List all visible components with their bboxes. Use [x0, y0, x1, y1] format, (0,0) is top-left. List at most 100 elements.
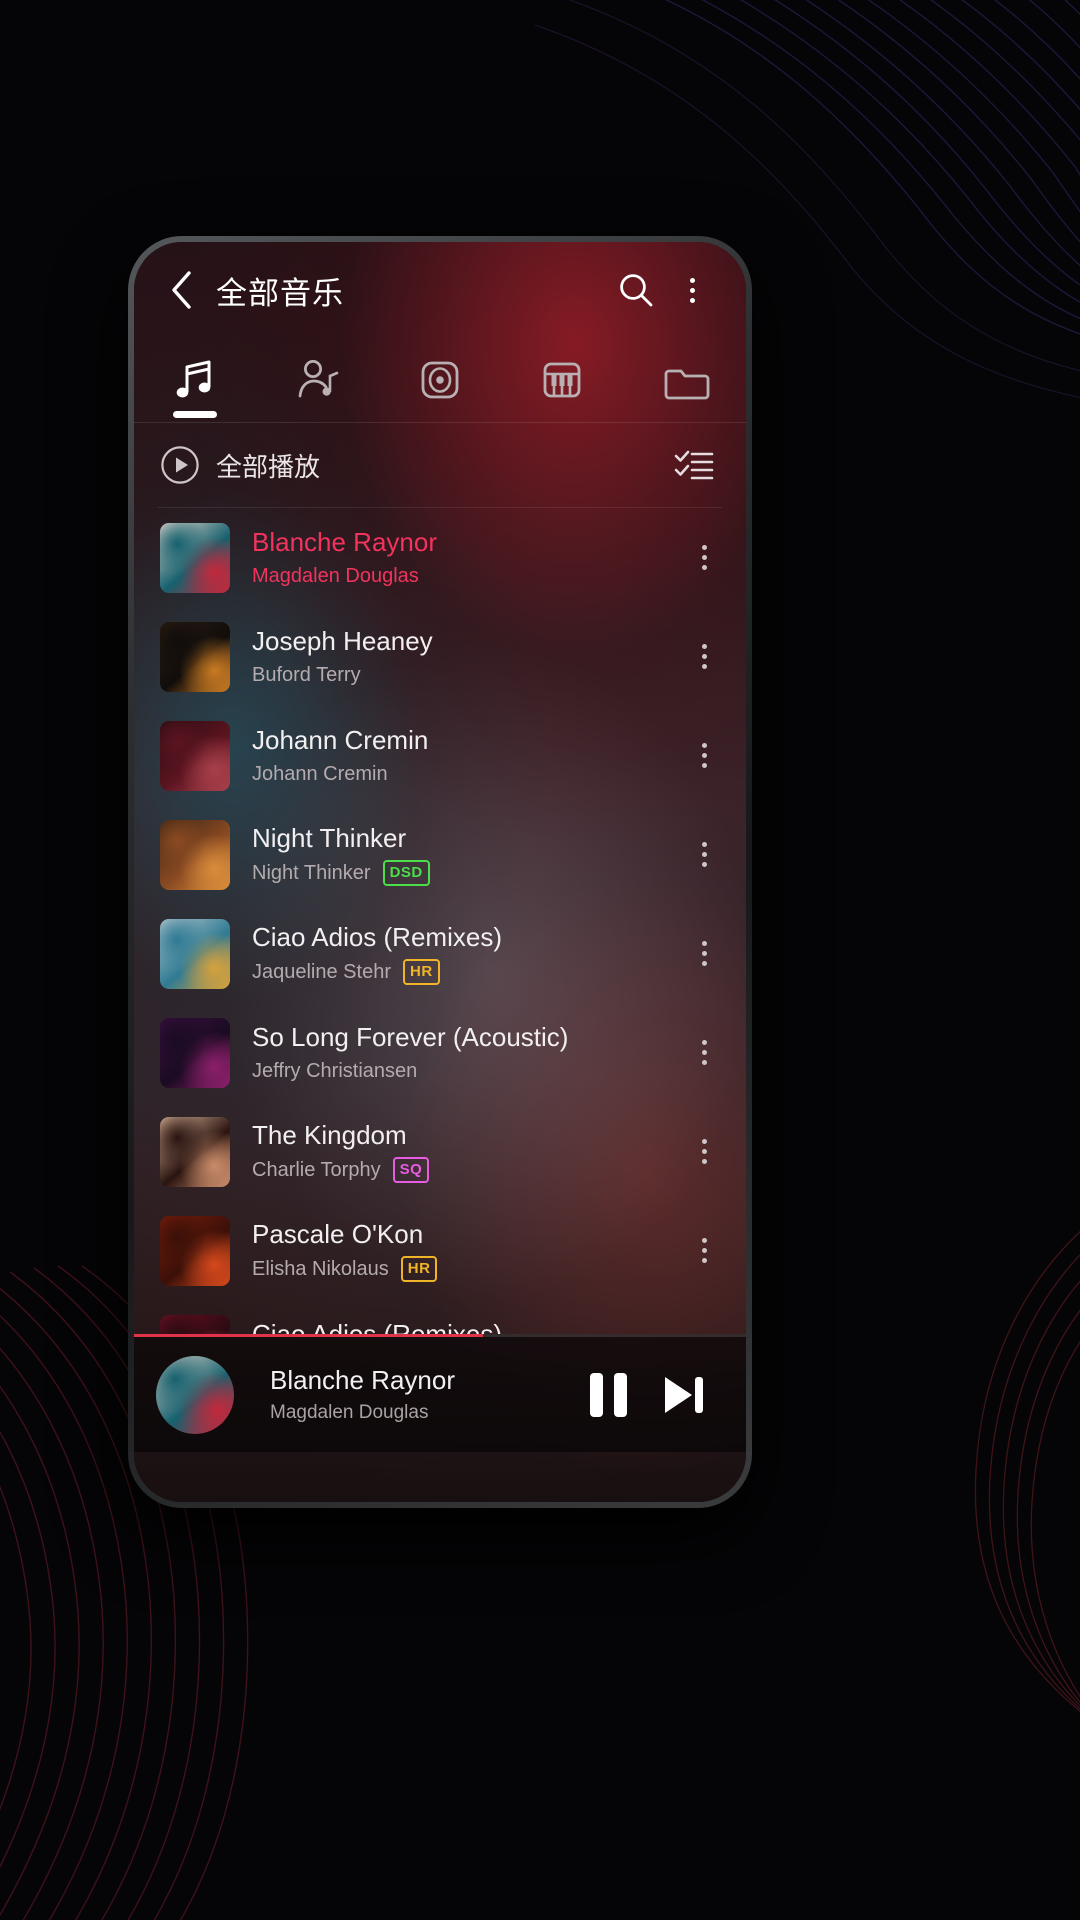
song-artist: Elisha Nikolaus [252, 1257, 389, 1280]
song-meta: Ciao Adios (Remixes) Jaqueline Stehr HR [252, 921, 676, 986]
artist-icon [298, 360, 338, 398]
song-title: Ciao Adios (Remixes) [252, 1319, 676, 1334]
play-all-label: 全部播放 [216, 451, 321, 482]
song-title: Johann Cremin [252, 725, 429, 756]
mini-player-artist: Magdalen Douglas [270, 1402, 429, 1423]
song-meta: Night Thinker Night Thinker DSD [252, 822, 676, 887]
mini-player-artwork[interactable] [156, 1355, 234, 1434]
song-subtitle-row: Buford Terry [252, 664, 676, 687]
song-title: Blanche Raynor [252, 527, 437, 558]
song-overflow-button[interactable] [676, 1013, 732, 1093]
album-art [160, 1017, 230, 1088]
song-title: Ciao Adios (Remixes) [252, 921, 502, 952]
skip-next-icon [665, 1376, 703, 1413]
song-artist: Jaqueline Stehr [252, 960, 391, 983]
song-artist: Charlie Torphy [252, 1158, 381, 1181]
album-art [160, 819, 230, 890]
quality-badge: HR [400, 1256, 438, 1283]
play-circle-icon[interactable] [160, 445, 200, 485]
song-subtitle-row: Magdalen Douglas [252, 565, 676, 588]
tab-bar [134, 338, 746, 422]
song-meta: Pascale O'Kon Elisha Nikolaus HR [252, 1218, 676, 1283]
pause-button[interactable] [570, 1357, 646, 1433]
more-vertical-icon [701, 842, 707, 867]
album-art [160, 918, 230, 989]
song-row[interactable]: Pascale O'Kon Elisha Nikolaus HR [134, 1201, 746, 1300]
play-all-row[interactable]: 全部播放 [134, 423, 746, 507]
song-row[interactable]: Ciao Adios (Remixes)Willis Osinski [134, 1300, 746, 1334]
search-button[interactable] [608, 262, 664, 318]
active-tab-indicator [173, 411, 218, 418]
song-overflow-button[interactable] [676, 1310, 732, 1335]
song-row[interactable]: So Long Forever (Acoustic) Jeffry Christi… [134, 1003, 746, 1102]
topographic-lines-right [700, 1200, 1080, 1760]
song-list[interactable]: Blanche Raynor Magdalen Douglas Joseph Hea… [134, 508, 746, 1334]
tab-artists[interactable] [256, 338, 378, 422]
song-row[interactable]: Blanche Raynor Magdalen Douglas [134, 508, 746, 607]
pause-icon [589, 1372, 627, 1417]
song-subtitle-row: Johann Cremin [252, 763, 676, 786]
search-icon [620, 274, 653, 307]
mini-player[interactable]: Blanche Raynor Magdalen Douglas [134, 1334, 746, 1452]
album-art [160, 621, 230, 692]
song-title: Pascale O'Kon [252, 1218, 424, 1249]
song-title: Joseph Heaney [252, 626, 433, 657]
song-row[interactable]: Night Thinker Night Thinker DSD [134, 805, 746, 904]
song-row[interactable]: Johann Cremin Johann Cremin [134, 706, 746, 805]
more-vertical-icon [701, 1139, 707, 1164]
mini-player-info[interactable]: Blanche Raynor Magdalen Douglas [270, 1365, 570, 1424]
album-art [160, 1215, 230, 1286]
quality-badge: DSD [382, 860, 430, 887]
song-subtitle-row: Jaqueline Stehr HR [252, 959, 676, 986]
song-subtitle-row: Jeffry Christiansen [252, 1060, 676, 1083]
song-overflow-button[interactable] [676, 815, 732, 895]
music-note-icon [176, 360, 211, 398]
song-title: The Kingdom [252, 1119, 407, 1150]
song-meta: So Long Forever (Acoustic) Jeffry Christi… [252, 1022, 676, 1082]
app-bar: 全部音乐 [134, 242, 746, 338]
more-vertical-icon [701, 1040, 707, 1065]
song-overflow-button[interactable] [676, 716, 732, 796]
overflow-menu-button[interactable] [664, 262, 720, 318]
quality-badge: HR [402, 959, 440, 986]
more-vertical-icon [701, 1238, 707, 1263]
song-artist: Magdalen Douglas [252, 564, 419, 587]
checklist-icon [674, 450, 714, 480]
album-art [160, 1116, 230, 1187]
song-overflow-button[interactable] [676, 518, 732, 598]
more-vertical-icon [701, 644, 707, 669]
song-overflow-button[interactable] [676, 1211, 732, 1291]
tab-folders[interactable] [624, 338, 746, 422]
song-title: Night Thinker [252, 822, 407, 853]
song-title: So Long Forever (Acoustic) [252, 1022, 569, 1053]
song-overflow-button[interactable] [676, 617, 732, 697]
next-button[interactable] [646, 1357, 722, 1433]
song-meta: The Kingdom Charlie Torphy SQ [252, 1119, 676, 1184]
more-vertical-icon [701, 941, 707, 966]
tab-genres[interactable] [501, 338, 623, 422]
more-vertical-icon [689, 277, 695, 303]
song-artist: Night Thinker [252, 861, 371, 884]
tab-albums[interactable] [379, 338, 501, 422]
song-subtitle-row: Night Thinker DSD [252, 860, 676, 887]
album-art [160, 522, 230, 593]
song-overflow-button[interactable] [676, 1112, 732, 1192]
phone-frame: 全部音乐 全部播放 Blanche Raynor Magdalen Dougla… [128, 236, 752, 1508]
song-row[interactable]: The Kingdom Charlie Torphy SQ [134, 1102, 746, 1201]
album-art [160, 1314, 230, 1334]
song-meta: Ciao Adios (Remixes)Willis Osinski [252, 1319, 676, 1334]
mini-player-title: Blanche Raynor [270, 1365, 455, 1395]
tab-songs[interactable] [134, 338, 256, 422]
song-overflow-button[interactable] [676, 914, 732, 994]
song-subtitle-row: Charlie Torphy SQ [252, 1157, 676, 1184]
song-row[interactable]: Joseph Heaney Buford Terry [134, 607, 746, 706]
song-artist: Jeffry Christiansen [252, 1059, 418, 1082]
multiselect-button[interactable] [666, 437, 722, 493]
song-meta: Blanche Raynor Magdalen Douglas [252, 527, 676, 587]
page-title: 全部音乐 [216, 275, 344, 311]
back-button[interactable] [156, 264, 208, 316]
song-row[interactable]: Ciao Adios (Remixes) Jaqueline Stehr HR [134, 904, 746, 1003]
song-meta: Johann Cremin Johann Cremin [252, 725, 676, 785]
phone-screen: 全部音乐 全部播放 Blanche Raynor Magdalen Dougla… [134, 242, 746, 1502]
song-meta: Joseph Heaney Buford Terry [252, 626, 676, 686]
